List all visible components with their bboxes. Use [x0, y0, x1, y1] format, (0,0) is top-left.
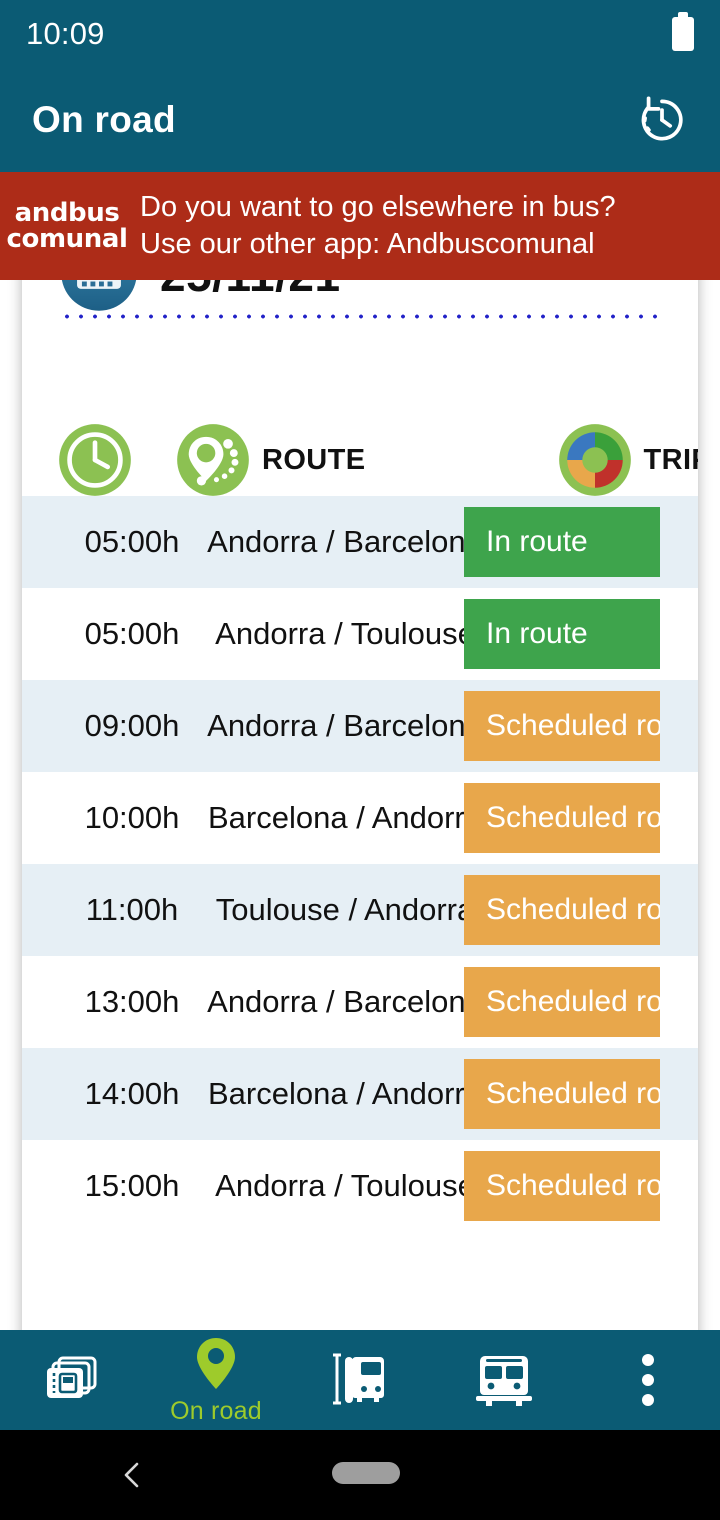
- bus-front-icon: [476, 1356, 532, 1406]
- table-row[interactable]: 05:00h Andorra / Toulouse In route: [22, 588, 698, 680]
- column-header-trip-stat-label: TRIP STAT: [643, 443, 699, 476]
- status-badge: Scheduled ro: [464, 1059, 660, 1129]
- app-bar: On road: [0, 68, 720, 172]
- cell-time: 13:00h: [84, 984, 180, 1019]
- cell-time: 14:00h: [84, 1076, 180, 1111]
- table-row-content: 11:00h Toulouse / Andorra: [58, 864, 484, 956]
- cell-route: Andorra / Barcelona: [207, 524, 483, 559]
- cell-route: Andorra / Barcelona: [207, 708, 483, 743]
- cell-route: Barcelona / Andorra: [207, 1076, 482, 1111]
- cards-stack-icon: [47, 1356, 97, 1398]
- android-navigation-bar: [0, 1430, 720, 1520]
- chevron-back-icon[interactable]: [118, 1460, 148, 1490]
- cell-time: 05:00h: [84, 616, 180, 651]
- location-pin-icon: [177, 424, 249, 496]
- nav-item-more[interactable]: [576, 1330, 720, 1430]
- table-row[interactable]: 09:00h Andorra / Barcelona Scheduled ro: [22, 680, 698, 772]
- cell-time: 05:00h: [84, 524, 180, 559]
- cell-route: Toulouse / Andorra: [215, 892, 475, 927]
- page-title: On road: [32, 99, 176, 140]
- cell-route: Andorra / Barcelona: [207, 984, 483, 1019]
- column-header-trip-stat: TRIP STAT: [558, 423, 699, 497]
- donut-chart-icon: [558, 424, 631, 496]
- status-badge: In route: [464, 599, 660, 669]
- calendar-icon: [61, 280, 137, 311]
- table-row-content: 05:00h Andorra / Barcelona: [58, 496, 484, 588]
- schedule-table-body: 05:00h Andorra / Barcelona In route 05:0…: [22, 496, 698, 1232]
- nav-item-on-road-label: On road: [170, 1396, 262, 1425]
- table-row-content: 09:00h Andorra / Barcelona: [58, 680, 484, 772]
- table-row-content: 13:00h Andorra / Barcelona: [58, 956, 484, 1048]
- table-row[interactable]: 11:00h Toulouse / Andorra Scheduled ro: [22, 864, 698, 956]
- ad-text-line2: Use our other app: Andbuscomunal: [140, 228, 595, 260]
- dotted-divider: [60, 314, 660, 319]
- ad-banner-text: Do you want to go elsewhere in bus? Use …: [140, 189, 616, 263]
- history-clock-icon[interactable]: [634, 92, 690, 148]
- battery-full-icon: [672, 12, 694, 51]
- status-badge: Scheduled ro: [464, 783, 660, 853]
- cell-time: 11:00h: [85, 892, 179, 927]
- ad-logo-line1: andbus: [14, 198, 120, 228]
- more-vertical-icon: [642, 1354, 654, 1406]
- status-badge: Scheduled ro: [464, 691, 660, 761]
- ad-banner[interactable]: andbus comunal Do you want to go elsewhe…: [0, 172, 720, 280]
- schedule-date: 25/11/21: [160, 280, 341, 302]
- bus-stop-icon: [333, 1353, 384, 1405]
- status-bar-icons: [672, 12, 694, 51]
- ad-text-line1: Do you want to go elsewhere in bus?: [140, 190, 616, 223]
- date-header: 25/11/21: [60, 280, 341, 312]
- status-badge: Scheduled ro: [464, 967, 660, 1037]
- cell-time: 15:00h: [84, 1168, 180, 1203]
- table-row[interactable]: 10:00h Barcelona / Andorra Scheduled ro: [22, 772, 698, 864]
- andbus-comunal-logo: andbus comunal: [6, 198, 128, 254]
- bottom-navigation: On road: [0, 1330, 720, 1430]
- table-row[interactable]: 13:00h Andorra / Barcelona Scheduled ro: [22, 956, 698, 1048]
- cell-route: Andorra / Toulouse: [215, 616, 475, 651]
- cell-time: 09:00h: [84, 708, 180, 743]
- nav-item-on-road[interactable]: On road: [144, 1330, 288, 1430]
- content-scroll-area[interactable]: 25/11/21: [0, 280, 720, 1330]
- cell-route: Barcelona / Andorra: [207, 800, 482, 835]
- table-row[interactable]: 05:00h Andorra / Barcelona In route: [22, 496, 698, 588]
- table-row-content: 15:00h Andorra / Toulouse: [58, 1140, 484, 1232]
- home-pill-indicator[interactable]: [332, 1462, 400, 1484]
- table-header: ROUTE TRIP STAT: [22, 420, 698, 500]
- table-row[interactable]: 14:00h Barcelona / Andorra Scheduled ro: [22, 1048, 698, 1140]
- table-row-content: 14:00h Barcelona / Andorra: [58, 1048, 484, 1140]
- nav-item-buses[interactable]: [432, 1330, 576, 1430]
- status-bar: 10:09: [0, 0, 720, 68]
- table-row-content: 05:00h Andorra / Toulouse: [58, 588, 484, 680]
- table-row-content: 10:00h Barcelona / Andorra: [58, 772, 484, 864]
- schedule-card: 25/11/21: [22, 280, 698, 1330]
- location-pin-icon: [197, 1337, 235, 1389]
- column-header-route-label: ROUTE: [262, 443, 366, 476]
- cell-route: Andorra / Toulouse: [215, 1168, 475, 1203]
- status-bar-time: 10:09: [26, 16, 105, 51]
- column-header-route: ROUTE: [176, 423, 366, 497]
- status-badge: Scheduled ro: [464, 1151, 660, 1221]
- status-badge: In route: [464, 507, 660, 577]
- column-header-time: [58, 423, 132, 497]
- table-row[interactable]: 15:00h Andorra / Toulouse Scheduled ro: [22, 1140, 698, 1232]
- clock-icon: [59, 424, 131, 496]
- cell-time: 10:00h: [84, 800, 180, 835]
- nav-item-tickets[interactable]: [0, 1330, 144, 1430]
- ad-logo-line2: comunal: [6, 224, 128, 254]
- nav-item-bus-stop[interactable]: [288, 1330, 432, 1430]
- status-badge: Scheduled ro: [464, 875, 660, 945]
